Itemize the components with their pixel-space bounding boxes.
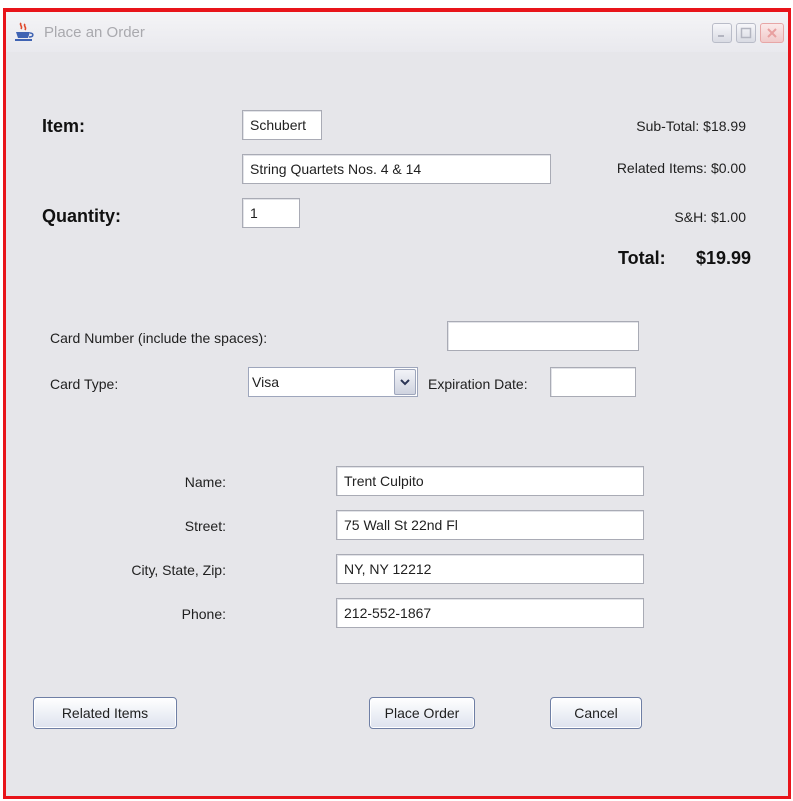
order-window: Place an Order Item: Quantity: Sub-Total… [3, 8, 791, 799]
close-icon[interactable] [760, 23, 784, 43]
expiration-date-label: Expiration Date: [428, 376, 528, 392]
total-value: $19.99 [696, 248, 752, 268]
total-label: Total: [618, 248, 666, 268]
street-field[interactable] [336, 510, 644, 540]
subtotal-text: Sub-Total: $18.99 [636, 118, 746, 134]
item-title-field[interactable] [242, 154, 551, 184]
expiration-date-field[interactable] [550, 367, 636, 397]
title-bar[interactable]: Place an Order [6, 12, 788, 52]
item-composer-field[interactable] [242, 110, 322, 140]
card-type-value: Visa [252, 374, 279, 390]
phone-field[interactable] [336, 598, 644, 628]
minimize-icon[interactable] [712, 23, 732, 43]
card-number-field[interactable] [447, 321, 639, 351]
card-type-label: Card Type: [50, 376, 119, 392]
place-order-button[interactable]: Place Order [369, 697, 475, 729]
street-label: Street: [184, 518, 226, 534]
related-items-button[interactable]: Related Items [33, 697, 177, 729]
name-label: Name: [184, 474, 226, 490]
quantity-label: Quantity: [42, 206, 121, 226]
chevron-down-icon[interactable] [394, 369, 416, 395]
city-state-zip-field[interactable] [336, 554, 644, 584]
window-title: Place an Order [44, 24, 145, 41]
name-field[interactable] [336, 466, 644, 496]
maximize-icon[interactable] [736, 23, 756, 43]
shipping-text: S&H: $1.00 [674, 209, 746, 225]
item-label: Item: [42, 116, 86, 136]
city-state-zip-label: City, State, Zip: [131, 562, 226, 578]
related-items-total-text: Related Items: $0.00 [616, 160, 746, 176]
card-type-select[interactable]: Visa [248, 367, 418, 397]
card-number-label: Card Number (include the spaces): [50, 330, 268, 346]
phone-label: Phone: [181, 606, 226, 622]
cancel-button[interactable]: Cancel [550, 697, 642, 729]
quantity-field[interactable] [242, 198, 300, 228]
java-cup-icon [13, 22, 35, 42]
